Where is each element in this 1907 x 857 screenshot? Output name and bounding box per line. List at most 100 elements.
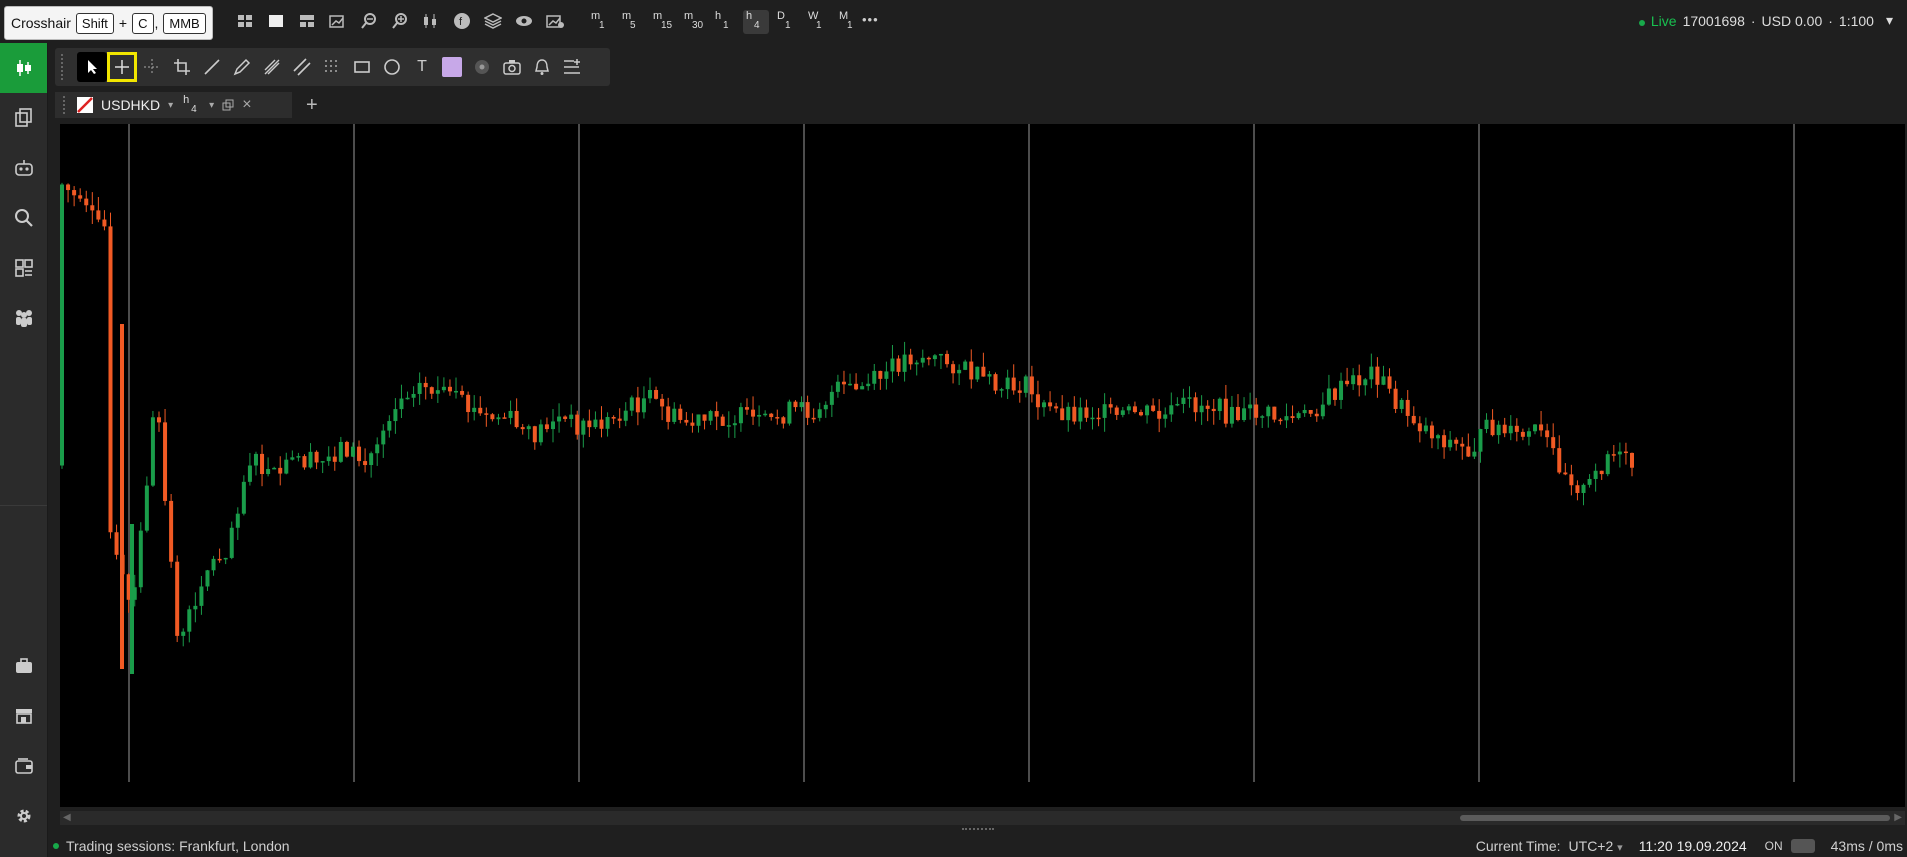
scroll-left-arrow-icon[interactable]: ◀ <box>63 812 71 823</box>
crosshair-tool[interactable] <box>107 52 137 82</box>
measure-tool[interactable] <box>167 52 197 82</box>
candle-body <box>478 407 483 414</box>
alert-button[interactable] <box>527 52 557 82</box>
sidebar-portfolio-button[interactable] <box>0 641 47 691</box>
candle-body <box>993 374 998 391</box>
sidebar-analyze-button[interactable] <box>0 193 47 243</box>
account-info[interactable]: Live 17001698 · USD 0.00 · 1:100 ▾ <box>1638 12 1893 29</box>
sidebar-wallet-button[interactable] <box>0 741 47 791</box>
candle-body <box>660 398 665 407</box>
on-toggle-switch[interactable] <box>1790 839 1815 853</box>
detach-icon[interactable] <box>222 99 234 111</box>
sidebar-community-button[interactable] <box>0 293 47 343</box>
sidebar-layout-button[interactable] <box>0 243 47 293</box>
symbol-name[interactable]: USDHKD <box>101 97 160 113</box>
timeframe-M1[interactable]: M1 <box>836 10 862 34</box>
tab-timeframe[interactable]: h 4 <box>181 94 201 116</box>
drawing-toolbar: T <box>55 48 610 86</box>
chart-tab-bar: USDHKD ▾ h 4 ▾ × + <box>55 92 1907 118</box>
crosshair-ohlc-tool[interactable] <box>137 52 167 82</box>
grid-tool[interactable] <box>317 52 347 82</box>
candle-body <box>1357 375 1362 386</box>
candle-body <box>520 427 525 430</box>
timeframe-D1[interactable]: D1 <box>774 10 800 34</box>
rectangle-tool[interactable] <box>347 52 377 82</box>
candle-body <box>484 413 489 415</box>
candle-body <box>205 570 210 587</box>
toolbar-drag-handle[interactable] <box>61 54 71 80</box>
candle-body <box>1630 452 1634 468</box>
eye-icon[interactable] <box>515 12 533 30</box>
candle-body <box>1042 402 1047 408</box>
more-timeframes-button[interactable]: ••• <box>862 12 879 27</box>
add-chart-button[interactable]: + <box>306 94 318 117</box>
chart-horizontal-scrollbar[interactable]: ◀ ▶ <box>60 811 1905 825</box>
account-balance: USD 0.00 <box>1761 12 1823 29</box>
zoom-out-icon[interactable] <box>360 12 378 30</box>
chart-canvas[interactable] <box>60 124 1905 807</box>
layout-grid-icon[interactable] <box>236 12 254 30</box>
chart-add-icon[interactable] <box>329 12 347 30</box>
trendline-tool[interactable] <box>197 52 227 82</box>
scrollbar-thumb[interactable] <box>1460 815 1890 821</box>
indicators-icon[interactable]: f <box>453 12 471 30</box>
candle-body <box>1569 474 1574 486</box>
zoom-in-icon[interactable] <box>391 12 409 30</box>
candle-body <box>441 386 446 391</box>
candle-body <box>156 417 161 423</box>
close-tab-button[interactable]: × <box>242 96 251 114</box>
candle-body <box>1254 404 1259 418</box>
timeframe-dropdown-icon[interactable]: ▾ <box>209 100 214 111</box>
pointer-tool[interactable] <box>77 52 107 82</box>
timeframe-m30[interactable]: m 30 <box>681 10 707 34</box>
sidebar-algo-button[interactable] <box>0 143 47 193</box>
timeframe-m1[interactable]: m1 <box>588 10 614 34</box>
sidebar-trade-button[interactable] <box>0 43 47 93</box>
pen-tool[interactable] <box>227 52 257 82</box>
status-bar: Trading sessions: Frankfurt, London Curr… <box>47 835 1907 857</box>
timeframe-h4[interactable]: h4 <box>743 10 769 34</box>
tab-drag-handle[interactable] <box>63 96 69 114</box>
sidebar-settings-button[interactable] <box>0 791 47 841</box>
layers-icon[interactable] <box>484 12 502 30</box>
candle-body <box>1229 406 1234 424</box>
timeframe-W1[interactable]: W1 <box>805 10 831 34</box>
sidebar-copy-button[interactable] <box>0 93 47 143</box>
screenshot-button[interactable] <box>497 52 527 82</box>
sidebar-help-button[interactable]: ? <box>0 841 47 857</box>
timeframe-m15[interactable]: m 15 <box>650 10 676 34</box>
scroll-right-arrow-icon[interactable]: ▶ <box>1894 812 1902 823</box>
candle-body <box>1120 410 1125 415</box>
layout-single-icon[interactable] <box>267 12 285 30</box>
candle-body <box>1363 379 1368 386</box>
timeframe-h1[interactable]: h1 <box>712 10 738 34</box>
sidebar-markets-button[interactable] <box>0 691 47 741</box>
sidebar-divider <box>0 505 47 506</box>
candle-body <box>787 401 792 424</box>
candle-body <box>641 398 646 413</box>
chart-tab[interactable]: USDHKD ▾ h 4 ▾ × <box>55 92 292 118</box>
account-number: 17001698 <box>1682 12 1745 29</box>
candle-body <box>678 408 683 420</box>
layout-split-icon[interactable] <box>298 12 316 30</box>
account-chevron-icon[interactable]: ▾ <box>1886 12 1893 29</box>
price-chart[interactable] <box>60 124 1905 807</box>
candle-body <box>1575 485 1580 494</box>
ellipse-tool[interactable] <box>377 52 407 82</box>
candle-body <box>1048 402 1053 407</box>
fibonacci-tool[interactable] <box>257 52 287 82</box>
symbol-dropdown-icon[interactable]: ▾ <box>168 100 173 111</box>
chart-settings-icon[interactable] <box>546 12 564 30</box>
candle-body <box>1369 366 1374 380</box>
candlestick-type-icon[interactable] <box>422 12 440 30</box>
timeframe-m5[interactable]: m5 <box>619 10 645 34</box>
candle-body <box>805 402 810 418</box>
candle-body <box>411 393 416 398</box>
color-picker[interactable] <box>437 52 467 82</box>
line-style-picker[interactable] <box>467 52 497 82</box>
text-tool[interactable]: T <box>407 52 437 82</box>
candle-body <box>1557 448 1562 473</box>
channel-tool[interactable] <box>287 52 317 82</box>
timezone-selector[interactable]: UTC+2 ▾ <box>1569 838 1623 854</box>
drawing-settings-button[interactable] <box>557 52 587 82</box>
